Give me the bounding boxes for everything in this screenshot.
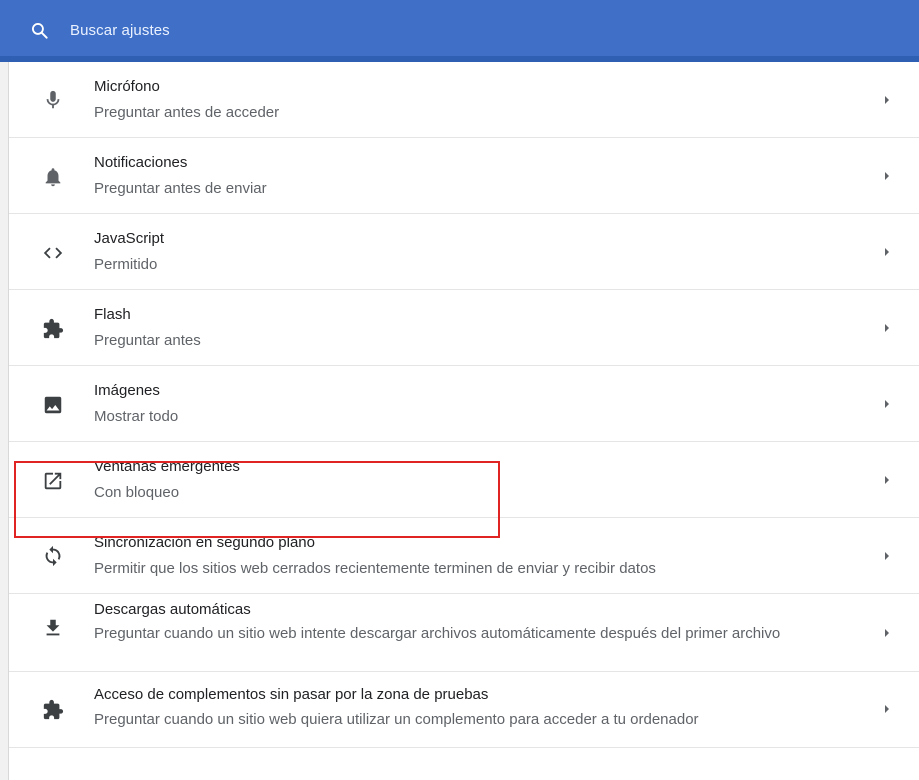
setting-title: Ventanas emergentes	[94, 458, 240, 475]
setting-subtitle: Permitir que los sitios web cerrados rec…	[94, 560, 656, 577]
sync-icon	[45, 545, 61, 567]
settings-list: Micrófono Preguntar antes de acceder Not…	[8, 62, 919, 780]
code-icon	[43, 247, 63, 259]
chevron-right-icon	[885, 476, 889, 484]
setting-subtitle: Preguntar cuando un sitio web intente de…	[94, 625, 781, 642]
chevron-right-icon	[885, 248, 889, 256]
setting-subtitle: Preguntar antes de enviar	[94, 180, 267, 197]
setting-title: Sincronización en segundo plano	[94, 534, 315, 551]
setting-row-javascript[interactable]: JavaScript Permitido	[9, 214, 919, 290]
puzzle-icon	[43, 699, 64, 720]
search-bar[interactable]: Buscar ajustes	[0, 0, 919, 62]
search-input[interactable]: Buscar ajustes	[70, 22, 170, 39]
image-icon	[44, 396, 62, 414]
download-icon	[46, 619, 60, 636]
setting-subtitle: Permitido	[94, 256, 158, 273]
setting-subtitle: Con bloqueo	[94, 484, 180, 501]
chevron-right-icon	[885, 172, 889, 180]
microphone-icon	[46, 90, 60, 109]
setting-title: JavaScript	[94, 230, 165, 247]
chevron-right-icon	[885, 629, 889, 637]
setting-row-microfono[interactable]: Micrófono Preguntar antes de acceder	[9, 62, 919, 138]
chevron-right-icon	[885, 705, 889, 713]
setting-row-acceso-complementos[interactable]: Acceso de complementos sin pasar por la …	[9, 672, 919, 748]
search-icon	[31, 23, 48, 39]
chevron-right-icon	[885, 96, 889, 104]
open-in-new-icon	[44, 472, 62, 490]
setting-row-notificaciones[interactable]: Notificaciones Preguntar antes de enviar	[9, 138, 919, 214]
setting-subtitle: Mostrar todo	[94, 408, 179, 425]
setting-title: Micrófono	[94, 78, 160, 95]
chevron-right-icon	[885, 552, 889, 560]
setting-row-imagenes[interactable]: Imágenes Mostrar todo	[9, 366, 919, 442]
setting-title: Flash	[94, 306, 131, 323]
chevron-right-icon	[885, 324, 889, 332]
chevron-right-icon	[885, 400, 889, 408]
setting-subtitle: Preguntar cuando un sitio web quiera uti…	[94, 711, 699, 728]
setting-subtitle: Preguntar antes	[94, 332, 201, 349]
setting-subtitle: Preguntar antes de acceder	[94, 104, 280, 121]
setting-title: Acceso de complementos sin pasar por la …	[94, 686, 489, 703]
setting-title: Imágenes	[94, 382, 160, 399]
setting-title: Notificaciones	[94, 154, 188, 171]
setting-row-sincronizacion[interactable]: Sincronización en segundo plano Permitir…	[9, 518, 919, 594]
setting-row-flash[interactable]: Flash Preguntar antes	[9, 290, 919, 366]
setting-row-ventanas-emergentes[interactable]: Ventanas emergentes Con bloqueo	[9, 442, 919, 518]
setting-row-descargas-automaticas[interactable]: Descargas automáticas Preguntar cuando u…	[9, 594, 919, 672]
puzzle-icon	[43, 318, 64, 339]
bell-icon	[45, 168, 61, 187]
setting-title: Descargas automáticas	[94, 601, 251, 618]
